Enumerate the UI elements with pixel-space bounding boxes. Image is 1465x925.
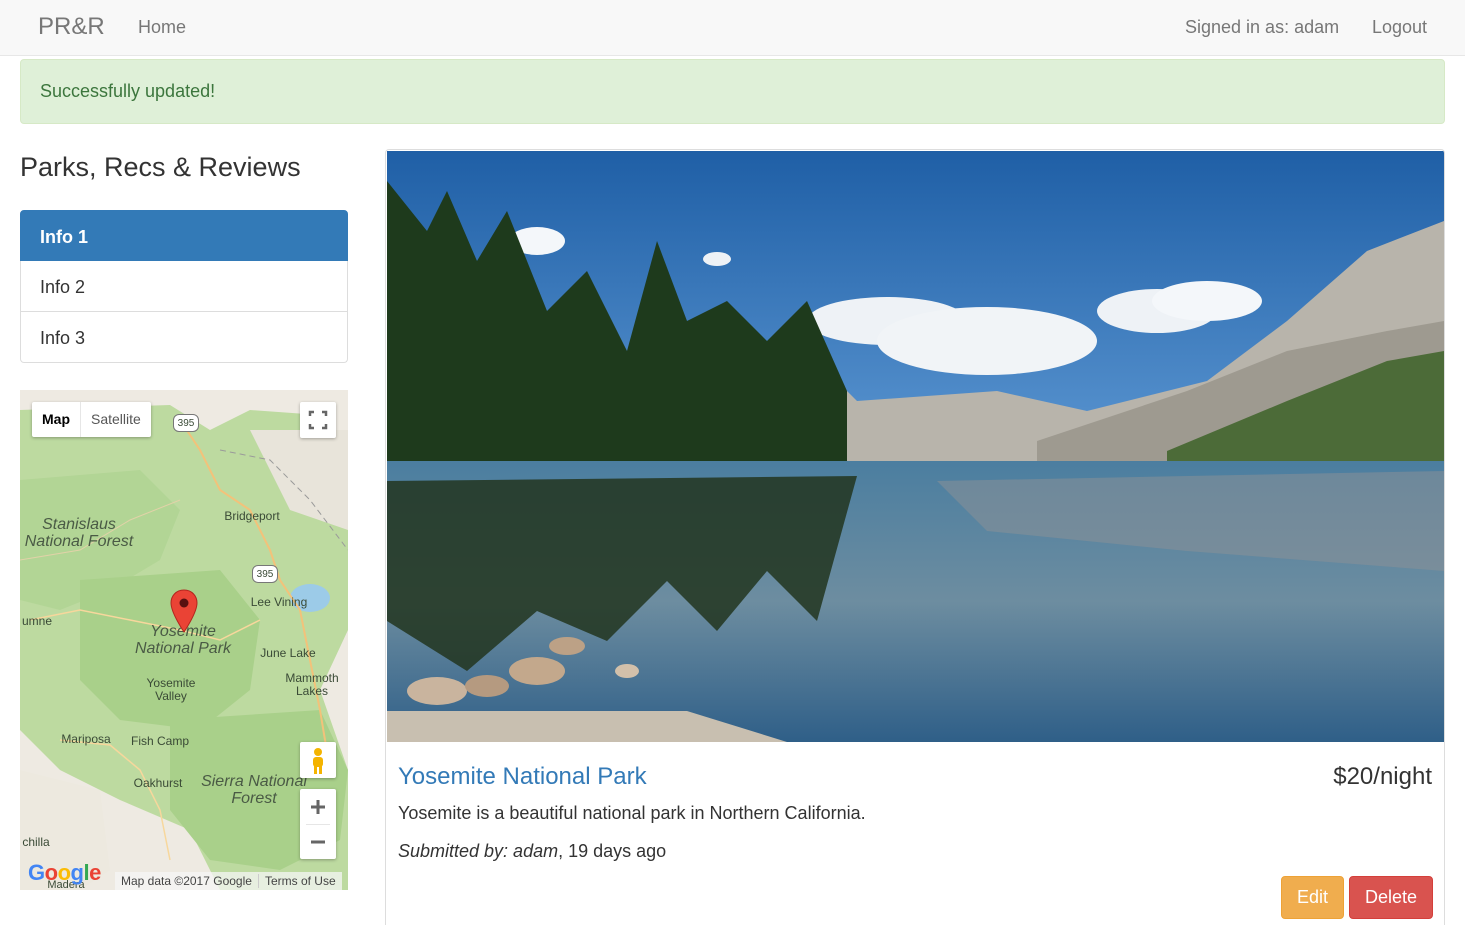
fullscreen-button[interactable] [300, 402, 336, 438]
map-type-satellite-button[interactable]: Satellite [81, 402, 151, 437]
map-label-stanislaus: Stanislaus National Forest [24, 516, 134, 550]
map-label-mariposa: Mariposa [61, 732, 111, 746]
success-alert: Successfully updated! [20, 59, 1445, 124]
map-data-text: Map data ©2017 Google [121, 874, 252, 888]
map-label-june-lake: June Lake [260, 646, 316, 660]
info-item-1[interactable]: Info 1 [20, 210, 348, 261]
map-type-map-button[interactable]: Map [32, 402, 81, 437]
brand-link[interactable]: PR&R [38, 13, 105, 41]
google-logo: Google [28, 860, 101, 885]
map-label-bridgeport: Bridgeport [224, 509, 280, 523]
map-type-control: Map Satellite [32, 402, 151, 437]
nav-home-link[interactable]: Home [138, 17, 186, 38]
map-label-sierra: Sierra National Forest [201, 773, 307, 807]
map-label-chilla: chilla [22, 835, 50, 849]
info-item-3[interactable]: Info 3 [20, 312, 348, 363]
map-label-mammoth: Mammoth Lakes [285, 671, 339, 698]
map-label-oakhurst: Oakhurst [133, 776, 183, 790]
fullscreen-icon [308, 410, 328, 430]
park-price: $20/night [1333, 763, 1432, 790]
route-395-shield-top: 395 [173, 414, 199, 432]
navbar: PR&R Home Signed in as: adam Logout [0, 0, 1465, 56]
park-photo [387, 151, 1444, 742]
zoom-in-icon[interactable] [300, 789, 336, 824]
sidebar-title: Parks, Recs & Reviews [20, 152, 301, 182]
street-view-button[interactable] [300, 742, 336, 778]
park-name-link[interactable]: Yosemite National Park [398, 763, 647, 791]
submitted-time: , 19 days ago [558, 841, 667, 861]
map-label-lee-vining: Lee Vining [250, 595, 308, 609]
park-map[interactable]: Map Satellite 395 395 Stanislaus Nationa… [20, 390, 348, 890]
map-label-yosemite-valley: Yosemite Valley [146, 676, 196, 703]
zoom-control [300, 789, 336, 859]
info-list: Info 1 Info 2 Info 3 [20, 210, 348, 363]
map-attribution: Map data ©2017 Google Terms of Use [115, 872, 342, 890]
map-marker-icon[interactable] [170, 589, 198, 633]
route-395-shield-mid: 395 [252, 565, 278, 583]
logout-link[interactable]: Logout [1372, 17, 1427, 38]
zoom-out-icon[interactable] [300, 824, 336, 859]
edit-button[interactable]: Edit [1281, 876, 1344, 919]
map-label-fish-camp: Fish Camp [130, 734, 189, 748]
submitted-by: Submitted by: adam, 19 days ago [398, 841, 666, 862]
alert-message: Successfully updated! [40, 81, 216, 101]
terms-link[interactable]: Terms of Use [257, 874, 342, 888]
pegman-icon [313, 748, 323, 774]
park-card: Yosemite National Park $20/night Yosemit… [385, 149, 1445, 925]
park-description: Yosemite is a beautiful national park in… [398, 803, 866, 823]
delete-button[interactable]: Delete [1349, 876, 1433, 919]
submitted-label: Submitted by: adam [398, 841, 559, 861]
signed-in-text: Signed in as: adam [1185, 17, 1340, 37]
map-label-tuolumne: umne [21, 614, 53, 628]
info-item-2[interactable]: Info 2 [20, 261, 348, 312]
